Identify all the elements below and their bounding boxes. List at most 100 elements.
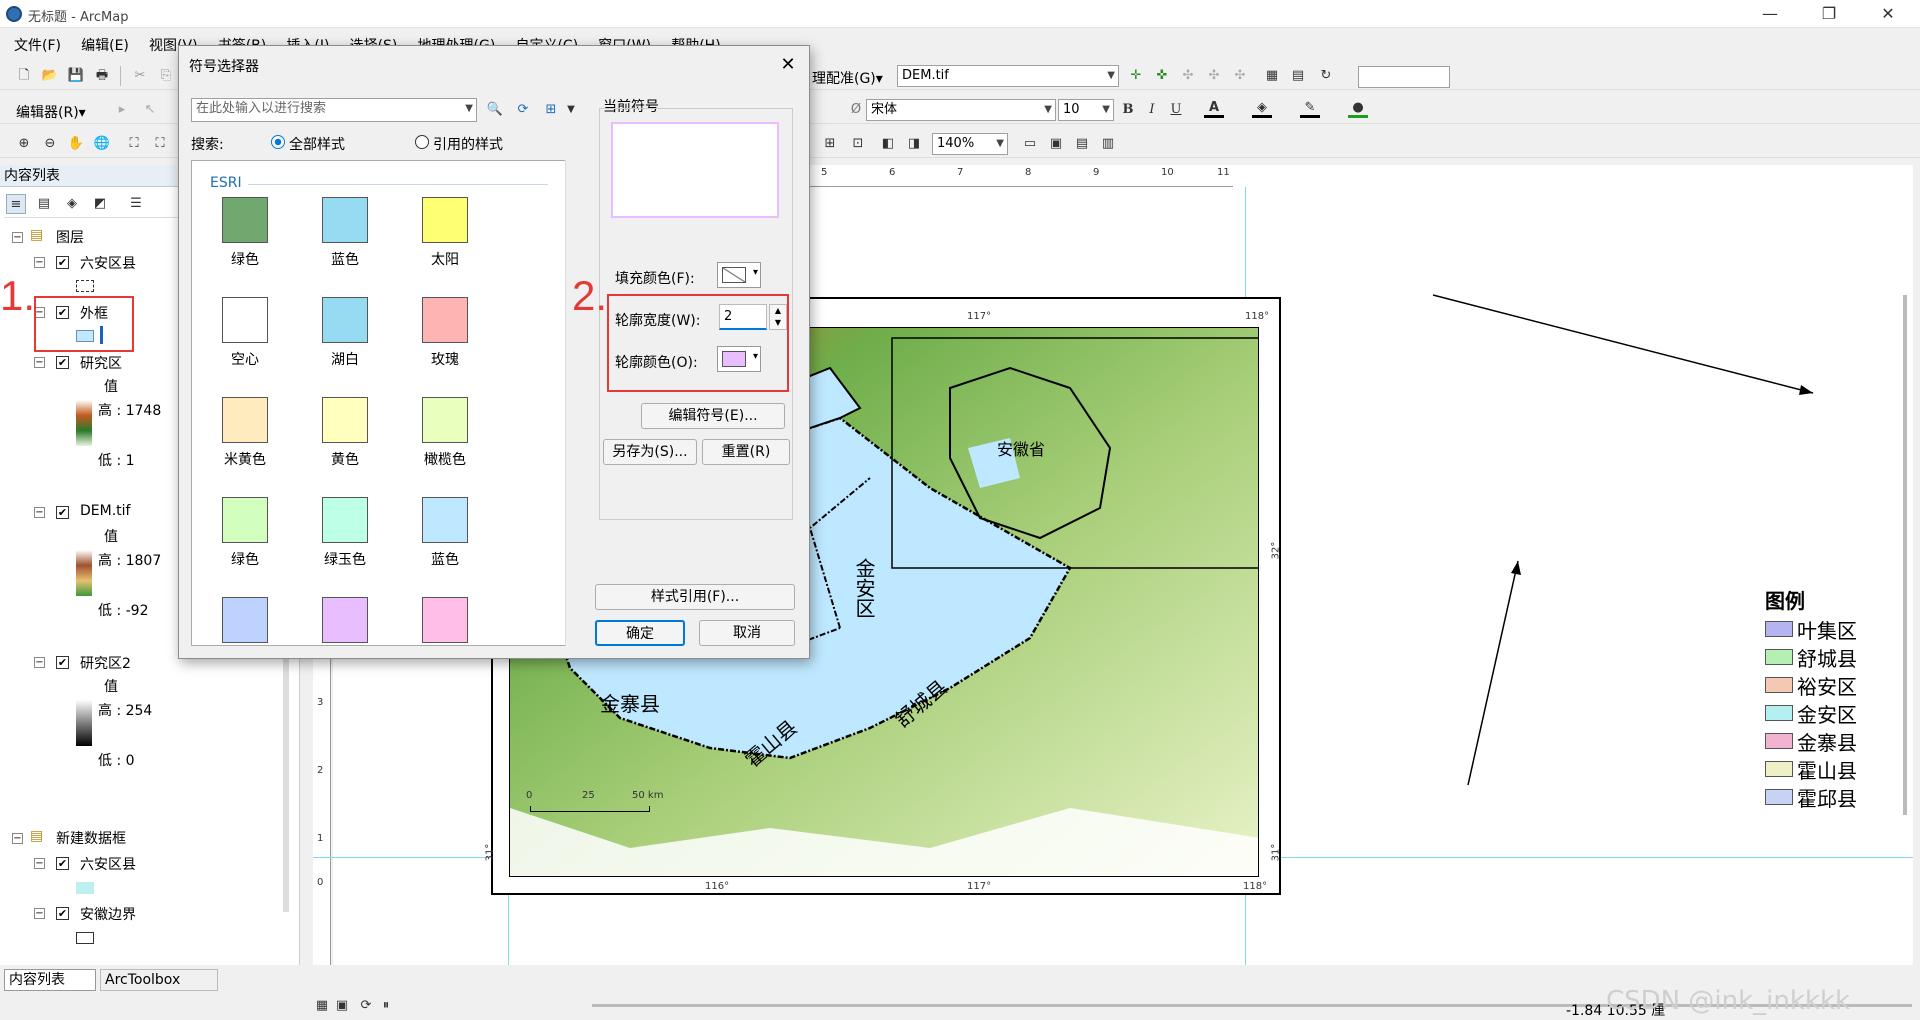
radio-referenced-styles[interactable] [415, 135, 429, 149]
expand-layer-icon[interactable]: − [34, 507, 45, 518]
annotation-edit-icon[interactable]: ↖ [140, 100, 160, 120]
georef-layer-select[interactable]: DEM.tif ▼ [897, 65, 1119, 87]
expand-data-frame-icon[interactable]: − [12, 833, 23, 844]
toc-options-icon[interactable]: ☰ [126, 194, 146, 214]
new-document-icon[interactable]: 🗋 [14, 66, 34, 86]
symbol-swatch[interactable] [222, 597, 268, 643]
print-icon[interactable]: 🖶 [92, 66, 112, 86]
fill-color-icon[interactable]: ◈ [1252, 98, 1272, 118]
copy-icon[interactable]: ⎘ [156, 66, 176, 86]
layer-name[interactable]: 研究区2 [80, 653, 131, 673]
layout-zoom-whole-icon[interactable]: ⊡ [848, 134, 868, 154]
layer-visibility-checkbox[interactable]: ✔ [56, 506, 69, 519]
search-options-icon[interactable]: ⟳ [513, 100, 533, 120]
symbol-swatch[interactable] [422, 297, 468, 343]
style-references-button[interactable]: 样式引用(F)... [595, 584, 795, 610]
symbol-swatch[interactable] [422, 197, 468, 243]
menu-edit[interactable]: 编辑(E) [73, 32, 137, 58]
view-mode-dropdown-icon[interactable]: ▼ [561, 100, 581, 120]
pan-icon[interactable]: ✋ [66, 134, 86, 154]
select-link-icon[interactable]: ✣ [1178, 66, 1198, 86]
layer-name[interactable]: 研究区 [80, 353, 122, 373]
gallery-vertical-scrollbar[interactable] [565, 160, 579, 646]
font-picker-icon[interactable]: Ø [846, 100, 866, 120]
cut-icon[interactable]: ✂ [130, 66, 150, 86]
expand-layer-icon[interactable]: − [34, 357, 45, 368]
auto-register-icon[interactable]: ✜ [1152, 66, 1172, 86]
data-driven-pages-icon[interactable]: ▥ [1098, 134, 1118, 154]
fixed-zoom-out-icon[interactable]: ⛶ [150, 134, 170, 154]
fill-color-picker[interactable]: ▾ [717, 262, 761, 288]
symbol-swatch[interactable] [422, 597, 468, 643]
refresh-icon[interactable]: ⟳ [356, 996, 376, 1016]
dialog-close-button[interactable]: ✕ [775, 52, 801, 78]
edit-symbol-button[interactable]: 编辑符号(E)... [641, 403, 785, 429]
maximize-button[interactable]: ❐ [1806, 0, 1852, 28]
symbol-swatch[interactable] [322, 497, 368, 543]
symbol-swatch[interactable] [322, 297, 368, 343]
view-mode-icon[interactable]: ⊞ [541, 100, 561, 120]
tab-arctoolbox[interactable]: ArcToolbox [100, 969, 218, 991]
zoom-in-icon[interactable]: ⊕ [14, 134, 34, 154]
pause-icon[interactable]: ⏸ [376, 996, 396, 1016]
ok-button[interactable]: 确定 [595, 620, 685, 646]
layout-scrollbar[interactable] [1903, 295, 1907, 815]
open-folder-icon[interactable]: 📂 [40, 66, 60, 86]
layer-visibility-checkbox[interactable]: ✔ [56, 256, 69, 269]
add-control-point-icon[interactable]: ✛ [1126, 66, 1146, 86]
save-icon[interactable]: 💾 [66, 66, 86, 86]
layout-back-icon[interactable]: ◧ [878, 134, 898, 154]
layer-name[interactable]: DEM.tif [80, 503, 130, 519]
symbol-swatch[interactable] [422, 397, 468, 443]
georeferencing-menu[interactable]: 理配准(G)▾ [812, 68, 883, 88]
symbol-search-input[interactable]: 在此处输入以进行搜索 ▼ [191, 98, 477, 122]
layout-zoom-in-icon[interactable]: ⊞ [820, 134, 840, 154]
edit-tool-icon[interactable]: ▸ [112, 100, 132, 120]
font-family-select[interactable]: 宋体 ▼ [866, 99, 1056, 121]
view-link-table-icon[interactable]: ▦ [1262, 66, 1282, 86]
rotate-icon[interactable]: ↻ [1316, 66, 1336, 86]
symbol-swatch[interactable] [322, 597, 368, 643]
search-icon[interactable]: 🔍 [485, 100, 505, 120]
fixed-zoom-in-icon[interactable]: ⛶ [124, 134, 144, 154]
menu-file[interactable]: 文件(F) [6, 32, 69, 58]
data-frame-label[interactable]: 新建数据框 [56, 828, 126, 848]
radio-all-styles-label[interactable]: 全部样式 [289, 134, 345, 154]
save-as-button[interactable]: 另存为(S)... [603, 439, 697, 465]
layout-view-icon[interactable]: ▣ [332, 996, 352, 1016]
radio-referenced-styles-label[interactable]: 引用的样式 [433, 134, 503, 154]
symbol-swatch[interactable] [422, 497, 468, 543]
list-by-source-icon[interactable]: ▤ [34, 194, 54, 214]
change-layout-icon[interactable]: ▤ [1072, 134, 1092, 154]
radio-all-styles[interactable] [271, 135, 285, 149]
zoom-out-icon[interactable]: ⊖ [40, 134, 60, 154]
full-extent-icon[interactable]: 🌐 [92, 134, 112, 154]
layout-forward-icon[interactable]: ◨ [904, 134, 924, 154]
layer-visibility-checkbox[interactable]: ✔ [56, 857, 69, 870]
layers-group-label[interactable]: 图层 [56, 227, 84, 247]
delete-link-icon[interactable]: ✣ [1230, 66, 1250, 86]
layer-visibility-checkbox[interactable]: ✔ [56, 907, 69, 920]
toggle-draft-icon[interactable]: ▭ [1020, 134, 1040, 154]
underline-button[interactable]: U [1166, 100, 1186, 120]
tab-toc[interactable]: 内容列表 [4, 969, 96, 991]
symbol-swatch[interactable] [322, 397, 368, 443]
data-view-icon[interactable]: ▦ [312, 996, 332, 1016]
bold-button[interactable]: B [1118, 100, 1138, 120]
marker-color-icon[interactable]: ● [1348, 98, 1368, 118]
expand-layers-icon[interactable]: − [12, 232, 23, 243]
italic-button[interactable]: I [1142, 100, 1162, 120]
link-table-icon[interactable]: ▤ [1288, 66, 1308, 86]
zoom-to-link-icon[interactable]: ✣ [1204, 66, 1224, 86]
layer-name[interactable]: 六安区县 [80, 253, 136, 273]
symbol-swatch[interactable] [222, 397, 268, 443]
symbol-swatch[interactable] [322, 197, 368, 243]
layer-name[interactable]: 六安区县 [80, 854, 136, 874]
layer-visibility-checkbox[interactable]: ✔ [56, 356, 69, 369]
line-color-icon[interactable]: ✎ [1300, 98, 1320, 118]
rotation-input[interactable] [1358, 66, 1450, 88]
font-size-select[interactable]: 10 ▼ [1058, 99, 1114, 121]
font-color-icon[interactable]: A [1204, 98, 1224, 118]
expand-layer-icon[interactable]: − [34, 257, 45, 268]
minimize-button[interactable]: — [1747, 0, 1793, 28]
